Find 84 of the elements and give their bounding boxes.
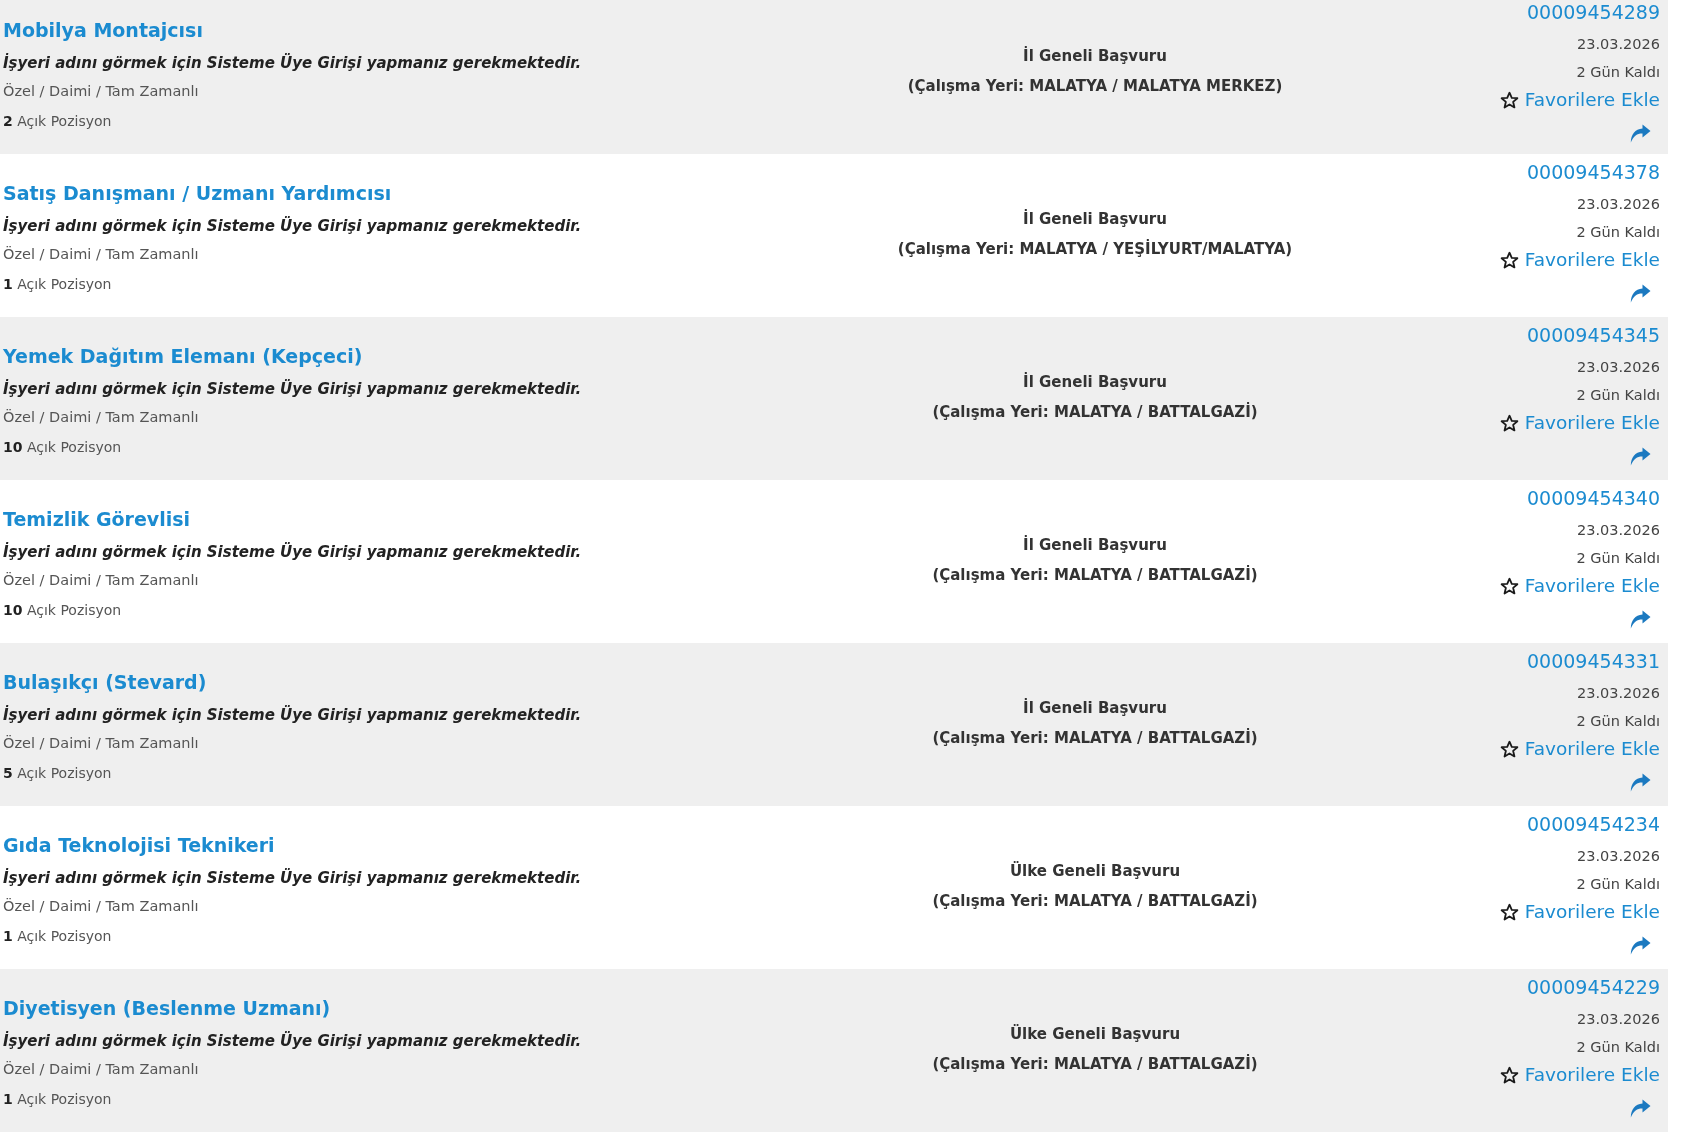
days-left-text: 2 Gün Kaldı	[1576, 223, 1660, 242]
days-left-text: 2 Gün Kaldı	[1576, 549, 1660, 568]
application-scope-text: İl Geneli Başvuru	[1023, 697, 1167, 719]
open-positions-text: 10 Açık Pozisyon	[3, 601, 122, 620]
employment-type-text: Özel / Daimi / Tam Zamanlı	[3, 734, 199, 753]
days-left-text: 2 Gün Kaldı	[1576, 63, 1660, 82]
add-favorite-link[interactable]: Favorilere Ekle	[1499, 1062, 1660, 1088]
listing-number-link[interactable]: 00009454229	[1527, 975, 1660, 999]
date-text: 23.03.2026	[1576, 521, 1660, 540]
job-title-link[interactable]: Gıda Teknolojisi Teknikeri	[3, 832, 275, 858]
days-left-text: 2 Gün Kaldı	[1576, 386, 1660, 405]
employment-type-text: Özel / Daimi / Tam Zamanlı	[3, 408, 199, 427]
workplace-text: (Çalışma Yeri: MALATYA / BATTALGAZİ)	[932, 1053, 1258, 1075]
share-arrow-icon[interactable]	[1630, 773, 1651, 792]
listing-number-link[interactable]: 00009454345	[1527, 323, 1660, 347]
star-icon	[1499, 739, 1519, 759]
days-left-text: 2 Gün Kaldı	[1576, 712, 1660, 731]
open-positions-text: 1 Açık Pozisyon	[3, 927, 112, 946]
employment-type-text: Özel / Daimi / Tam Zamanlı	[3, 897, 199, 916]
share-arrow-icon[interactable]	[1630, 447, 1651, 466]
workplace-text: (Çalışma Yeri: MALATYA / BATTALGAZİ)	[932, 564, 1258, 586]
login-notice: İşyeri adını görmek için Sisteme Üye Girişi yapmanız gerekmektedir.	[3, 378, 582, 400]
employment-type-text: Özel / Daimi / Tam Zamanlı	[3, 245, 199, 264]
share-arrow-icon[interactable]	[1630, 610, 1651, 629]
application-scope-text: İl Geneli Başvuru	[1023, 208, 1167, 230]
login-notice: İşyeri adını görmek için Sisteme Üye Girişi yapmanız gerekmektedir.	[3, 704, 582, 726]
days-left-text: 2 Gün Kaldı	[1576, 875, 1660, 894]
workplace-text: (Çalışma Yeri: MALATYA / BATTALGAZİ)	[932, 727, 1258, 749]
star-icon	[1499, 902, 1519, 922]
login-notice: İşyeri adını görmek için Sisteme Üye Girişi yapmanız gerekmektedir.	[3, 541, 582, 563]
listing-number-link[interactable]: 00009454234	[1527, 812, 1660, 836]
star-icon	[1499, 413, 1519, 433]
listing-number-link[interactable]: 00009454378	[1527, 160, 1660, 184]
share-arrow-icon[interactable]	[1630, 1099, 1651, 1118]
application-scope-text: Ülke Geneli Başvuru	[1009, 1023, 1181, 1045]
job-title-link[interactable]: Mobilya Montajcısı	[3, 17, 203, 43]
date-text: 23.03.2026	[1576, 684, 1660, 703]
share-arrow-icon[interactable]	[1630, 284, 1651, 303]
date-text: 23.03.2026	[1576, 195, 1660, 214]
date-text: 23.03.2026	[1576, 358, 1660, 377]
listing-number-link[interactable]: 00009454331	[1527, 649, 1660, 673]
open-positions-text: 2 Açık Pozisyon	[3, 112, 112, 131]
job-title-link[interactable]: Yemek Dağıtım Elemanı (Kepçeci)	[3, 343, 363, 369]
open-positions-text: 5 Açık Pozisyon	[3, 764, 112, 783]
job-title-link[interactable]: Satış Danışmanı / Uzmanı Yardımcısı	[3, 180, 392, 206]
add-favorite-link[interactable]: Favorilere Ekle	[1499, 247, 1660, 273]
application-scope-text: Ülke Geneli Başvuru	[1009, 860, 1181, 882]
date-text: 23.03.2026	[1576, 847, 1660, 866]
open-positions-text: 1 Açık Pozisyon	[3, 1090, 112, 1109]
login-notice: İşyeri adını görmek için Sisteme Üye Girişi yapmanız gerekmektedir.	[3, 1030, 582, 1052]
add-favorite-link[interactable]: Favorilere Ekle	[1499, 87, 1660, 113]
star-icon	[1499, 250, 1519, 270]
workplace-text: (Çalışma Yeri: MALATYA / MALATYA MERKEZ)	[907, 76, 1283, 97]
star-icon	[1499, 90, 1519, 110]
star-icon	[1499, 576, 1519, 596]
application-scope-text: İl Geneli Başvuru	[1023, 45, 1167, 67]
workplace-text: (Çalışma Yeri: MALATYA / YEŞİLYURT/MALATYA)	[897, 238, 1293, 260]
job-title-link[interactable]: Diyetisyen (Beslenme Uzmanı)	[3, 995, 331, 1021]
share-arrow-icon[interactable]	[1630, 936, 1651, 955]
workplace-text: (Çalışma Yeri: MALATYA / BATTALGAZİ)	[932, 401, 1258, 423]
job-title-link[interactable]: Temizlik Görevlisi	[3, 506, 191, 532]
add-favorite-link[interactable]: Favorilere Ekle	[1499, 410, 1660, 436]
workplace-text: (Çalışma Yeri: MALATYA / BATTALGAZİ)	[932, 890, 1258, 912]
date-text: 23.03.2026	[1576, 1010, 1660, 1029]
employment-type-text: Özel / Daimi / Tam Zamanlı	[3, 571, 199, 590]
add-favorite-link[interactable]: Favorilere Ekle	[1499, 736, 1660, 762]
employment-type-text: Özel / Daimi / Tam Zamanlı	[3, 1060, 199, 1079]
login-notice: İşyeri adını görmek için Sisteme Üye Girişi yapmanız gerekmektedir.	[3, 52, 582, 74]
share-arrow-icon[interactable]	[1630, 124, 1651, 143]
star-icon	[1499, 1065, 1519, 1085]
listing-number-link[interactable]: 00009454289	[1527, 0, 1660, 24]
application-scope-text: İl Geneli Başvuru	[1023, 534, 1167, 556]
login-notice: İşyeri adını görmek için Sisteme Üye Girişi yapmanız gerekmektedir.	[3, 867, 582, 889]
application-scope-text: İl Geneli Başvuru	[1023, 371, 1167, 393]
add-favorite-link[interactable]: Favorilere Ekle	[1499, 573, 1660, 599]
date-text: 23.03.2026	[1576, 35, 1660, 54]
open-positions-text: 1 Açık Pozisyon	[3, 275, 112, 294]
job-title-link[interactable]: Bulaşıkçı (Stevard)	[3, 669, 207, 695]
add-favorite-link[interactable]: Favorilere Ekle	[1499, 899, 1660, 925]
login-notice: İşyeri adını görmek için Sisteme Üye Girişi yapmanız gerekmektedir.	[3, 215, 582, 237]
employment-type-text: Özel / Daimi / Tam Zamanlı	[3, 82, 199, 101]
open-positions-text: 10 Açık Pozisyon	[3, 438, 122, 457]
listing-number-link[interactable]: 00009454340	[1527, 486, 1660, 510]
days-left-text: 2 Gün Kaldı	[1576, 1038, 1660, 1057]
